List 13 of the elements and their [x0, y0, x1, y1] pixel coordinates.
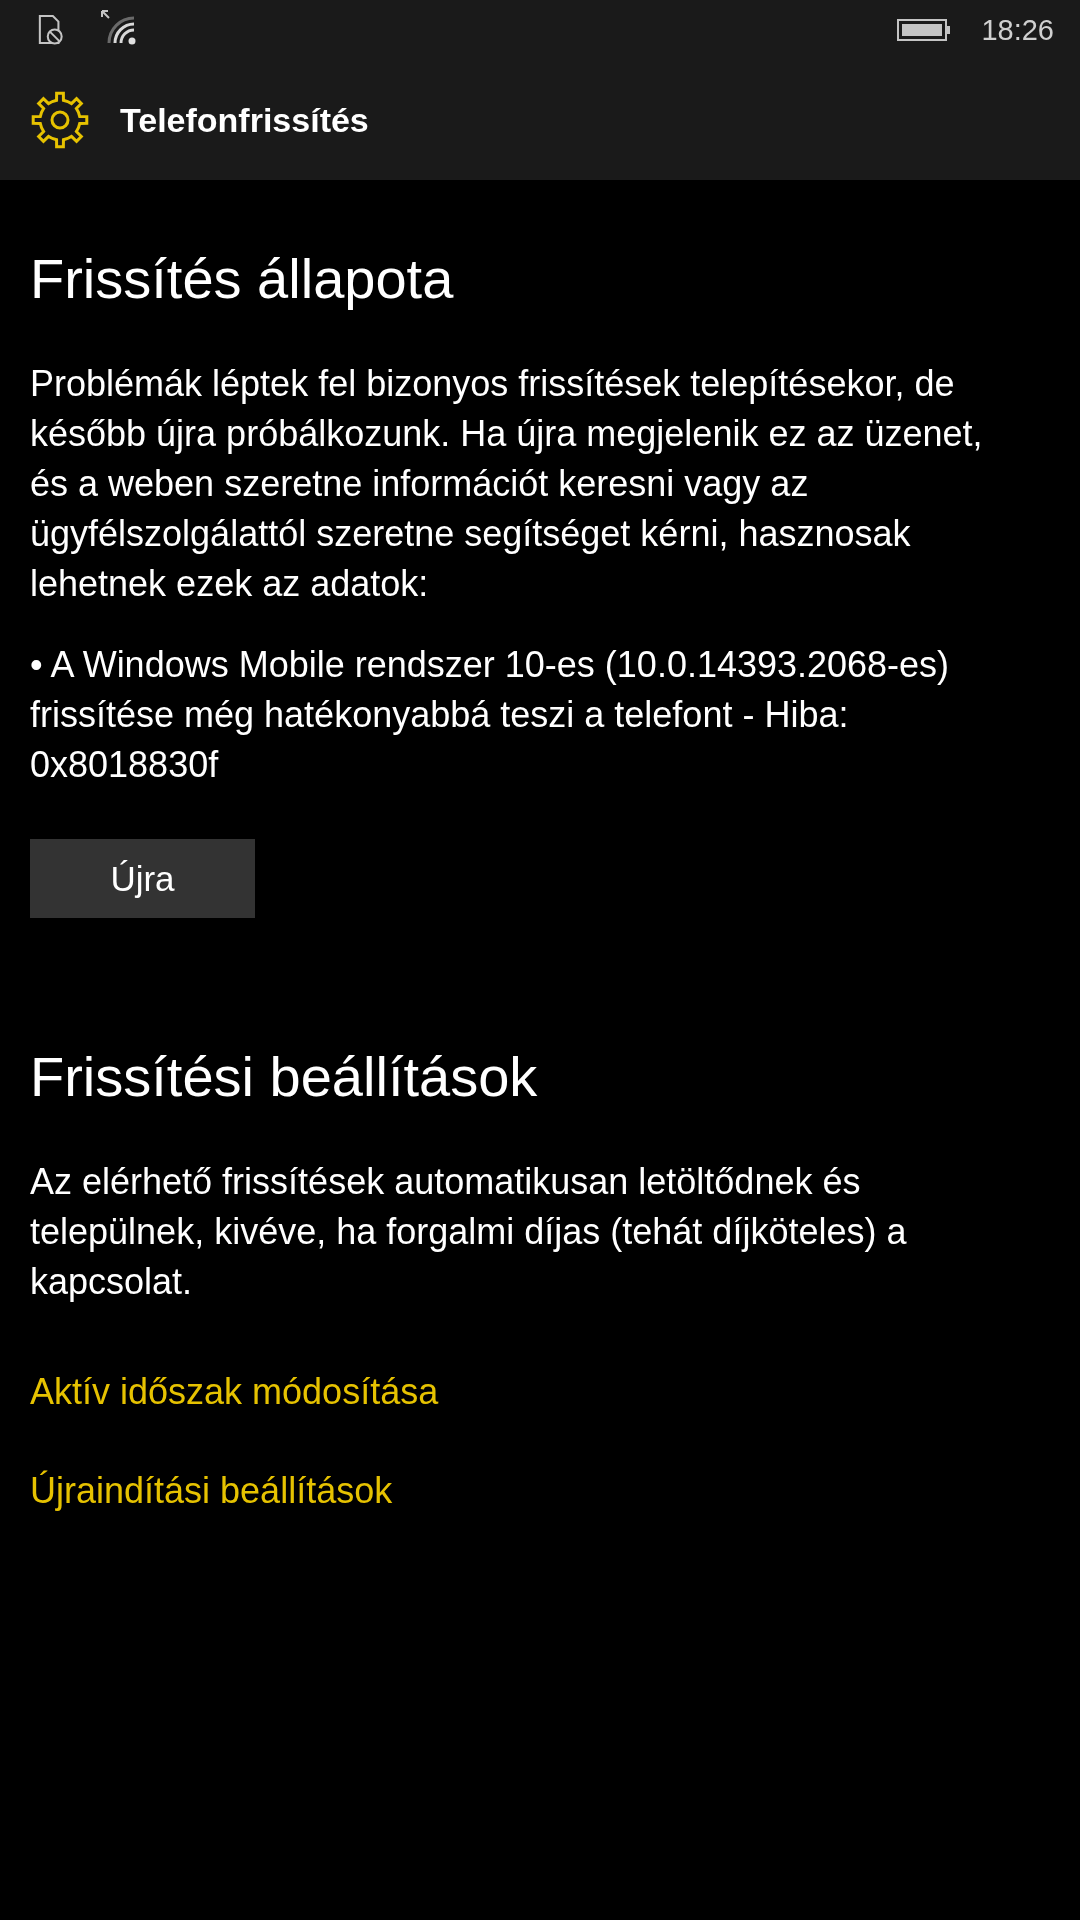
settings-link[interactable]: Újraindítási beállítások	[30, 1466, 393, 1516]
settings-icon	[30, 90, 90, 150]
body-text: Az elérhető frissítések automatikusan letöltődnek és települnek, kivéve, ha forgalmi díjas (tehát díjköteles) a kapcsolat.	[30, 1160, 908, 1304]
battery-icon	[897, 19, 952, 41]
section-heading: Frissítés állapota	[30, 246, 455, 312]
retry-button[interactable]: Újra	[30, 839, 255, 918]
no-sim-icon	[38, 15, 64, 45]
section-heading: Frissítési beállítások	[30, 1044, 539, 1110]
body-text: Problémák léptek fel bizonyos frissítések telepítésekor, de később újra próbálkozunk. Ha újra megjelenik ez az üzenet, és a weben szeretne információt keresni vagy az ügyfélszolgálattól szeretne segítséget kérni, hasznosak lehetnek ezek az adatok:	[30, 362, 984, 606]
settings-link[interactable]: Aktív időszak módosítása	[30, 1367, 439, 1417]
clock-time: 18:26	[981, 13, 1054, 47]
page-title: Telefonfrissítés	[120, 100, 369, 140]
body-text: • A Windows Mobile rendszer 10-es (10.0.14393.2068-es) frissítése még hatékonyabbá teszi a telefont - Hiba: 0x8018830f	[30, 643, 951, 787]
